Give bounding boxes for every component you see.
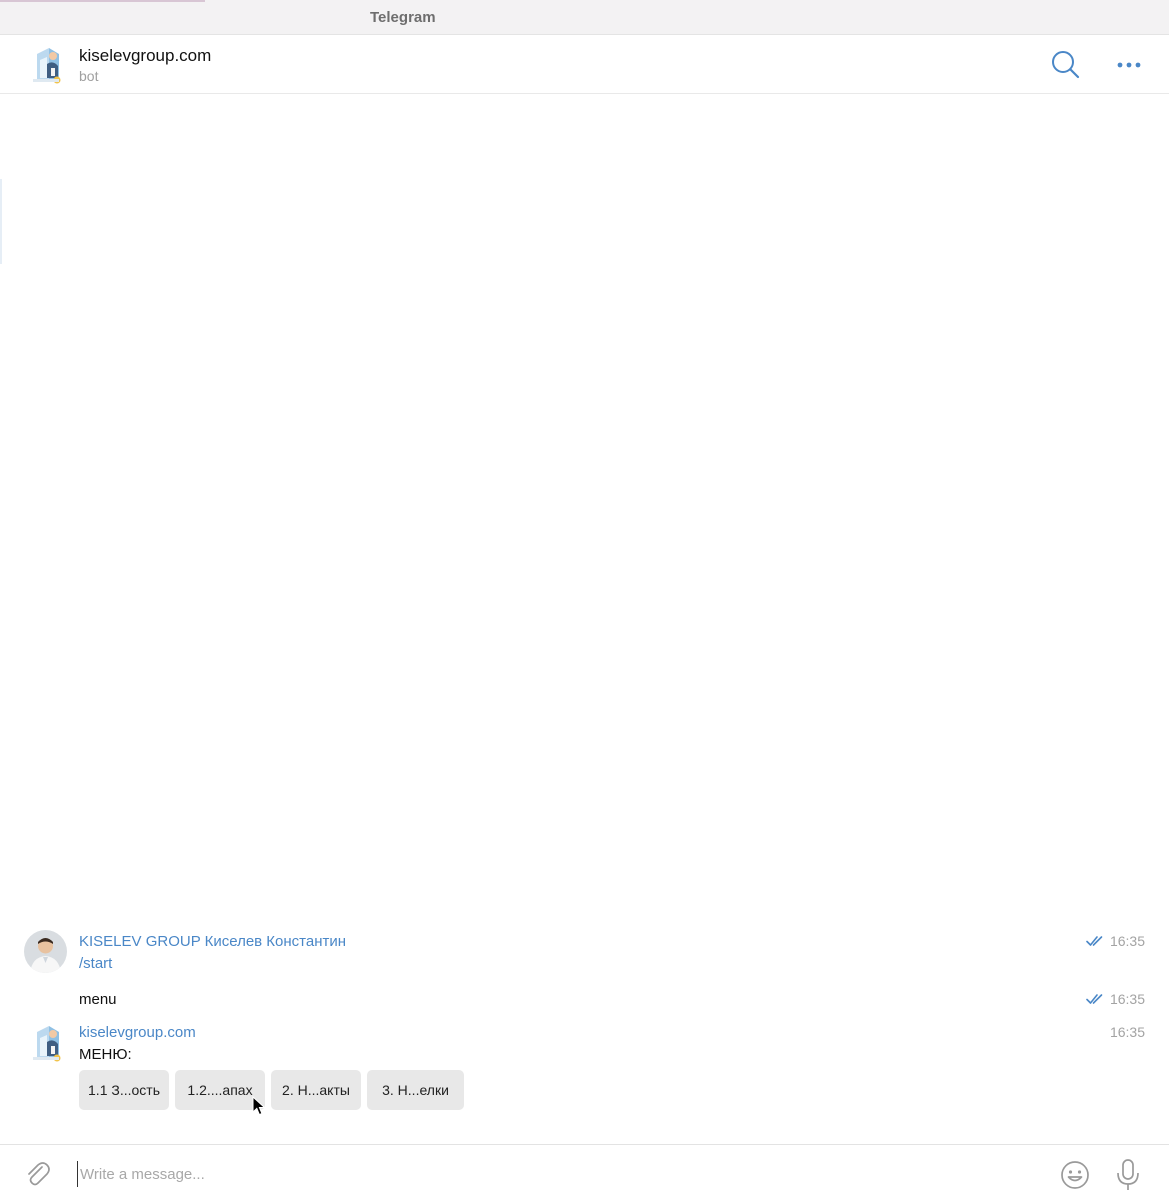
- more-dots-icon[interactable]: [1113, 55, 1145, 75]
- message-composer: [0, 1144, 1169, 1200]
- user-avatar[interactable]: [24, 930, 67, 973]
- emoji-icon[interactable]: [1059, 1159, 1091, 1191]
- window-title: Telegram: [370, 9, 436, 26]
- message-time: 16:35: [1109, 991, 1145, 1007]
- message-time: 16:35: [1109, 933, 1145, 949]
- bot-avatar-icon[interactable]: [27, 42, 67, 86]
- title-bar: Telegram: [0, 0, 1169, 35]
- message-time: 16:35: [1109, 1024, 1145, 1040]
- message-text: МЕНЮ:: [79, 1046, 132, 1063]
- scroll-edge: [0, 179, 2, 264]
- microphone-icon[interactable]: [1114, 1158, 1142, 1192]
- paperclip-icon[interactable]: [22, 1159, 52, 1189]
- message-meta: 16:35: [1086, 933, 1145, 949]
- bot-avatar-icon[interactable]: [27, 1020, 67, 1064]
- search-icon[interactable]: [1050, 49, 1082, 81]
- telegram-window: Telegram kiselevgroup.com bot KISELEV GR…: [0, 0, 1169, 1200]
- message-input[interactable]: [77, 1161, 1030, 1187]
- bot-command-link[interactable]: /start: [79, 955, 112, 972]
- inline-button-1-1[interactable]: 1.1 З...ость: [79, 1070, 169, 1110]
- double-check-icon: [1086, 994, 1103, 1004]
- chat-title[interactable]: kiselevgroup.com: [79, 46, 211, 66]
- message-text: menu: [79, 991, 117, 1008]
- double-check-icon: [1086, 936, 1103, 946]
- message-meta: 16:35: [1086, 991, 1145, 1007]
- message-sender[interactable]: kiselevgroup.com: [79, 1024, 196, 1041]
- inline-keyboard: 1.1 З...ость 1.2....апах 2. Н...акты 3. …: [79, 1070, 464, 1110]
- inline-button-3[interactable]: 3. Н...елки: [367, 1070, 464, 1110]
- chat-header: kiselevgroup.com bot: [0, 35, 1169, 94]
- message-list[interactable]: KISELEV GROUP Киселев Константин /start …: [0, 94, 1169, 1144]
- inline-button-2[interactable]: 2. Н...акты: [271, 1070, 361, 1110]
- inline-button-1-2[interactable]: 1.2....апах: [175, 1070, 265, 1110]
- chat-status: bot: [79, 68, 99, 84]
- title-bar-accent: [0, 0, 205, 2]
- message-meta: 16:35: [1110, 1024, 1145, 1040]
- message-sender[interactable]: KISELEV GROUP Киселев Константин: [79, 933, 346, 950]
